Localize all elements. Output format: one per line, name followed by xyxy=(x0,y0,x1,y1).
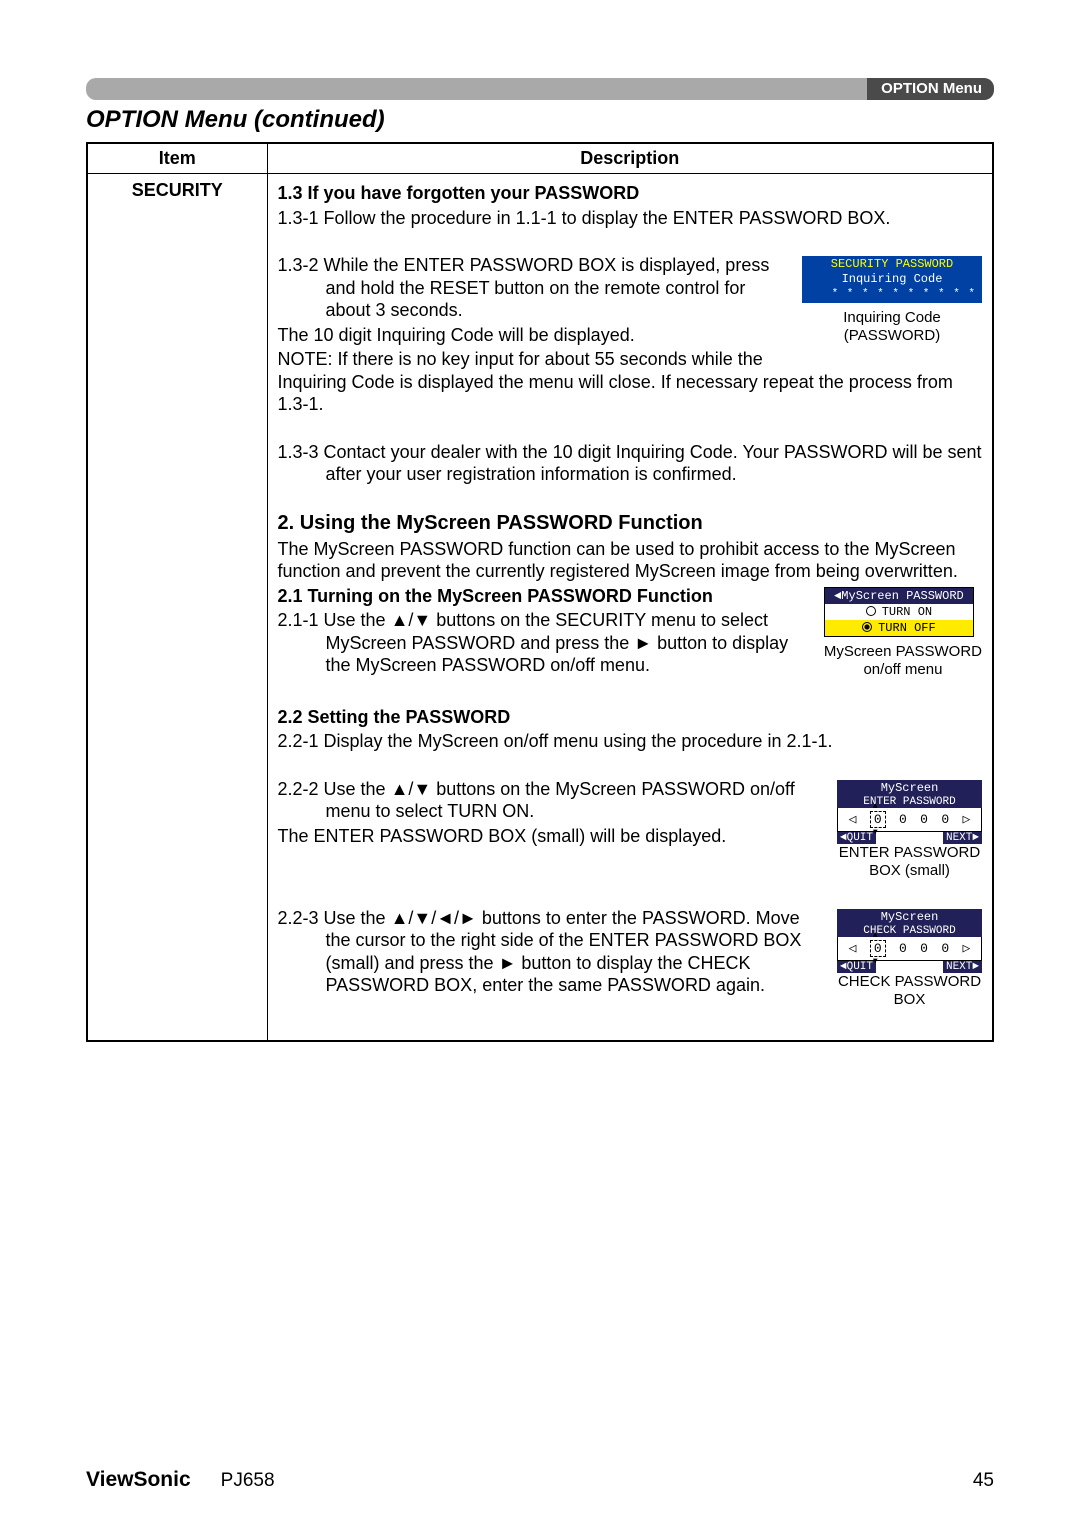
pw-enter-t1: MyScreen xyxy=(837,780,982,796)
pw-check-t1: MyScreen xyxy=(837,909,982,925)
ic-caption2: (PASSWORD) xyxy=(802,327,982,345)
pw-check-d3: 0 xyxy=(941,941,949,956)
check-password-figure: MyScreen CHECK PASSWORD ◁ 0 0 0 0 ▷ ◄QUI… xyxy=(837,909,982,1009)
ms-caption1: MyScreen PASSWORD xyxy=(824,643,982,661)
manual-table: Item Description SECURITY 1.3 If you hav… xyxy=(86,142,994,1042)
ic-caption1: Inquiring Code xyxy=(802,309,982,327)
pw-check-d1: 0 xyxy=(899,941,907,956)
section-title: OPTION Menu (continued) xyxy=(86,106,994,134)
ms-title: ◄MyScreen PASSWORD xyxy=(825,588,973,604)
heading-2: 2. Using the MyScreen PASSWORD Function xyxy=(278,511,983,536)
pw-enter-d3: 0 xyxy=(941,812,949,827)
pw-check-quit: ◄QUIT xyxy=(837,961,876,973)
pw-check-t2: CHECK PASSWORD xyxy=(837,925,982,937)
item-security: SECURITY xyxy=(87,174,267,1041)
body-2: The MyScreen PASSWORD function can be us… xyxy=(278,538,983,583)
pw-check-next: NEXT► xyxy=(943,961,982,973)
inquiring-code-figure: SECURITY PASSWORD Inquiring Code * * * *… xyxy=(802,256,982,345)
ic-stars: * * * * * * * * * * xyxy=(802,288,982,303)
pw-enter-next: NEXT► xyxy=(943,832,982,844)
heading-2-2: 2.2 Setting the PASSWORD xyxy=(278,706,983,729)
step-2-2-1: 2.2-1 Display the MyScreen on/off menu u… xyxy=(278,730,983,753)
header-tab: OPTION Menu xyxy=(867,78,994,100)
ic-title: SECURITY PASSWORD xyxy=(802,256,982,272)
ms-opt-off-label: TURN OFF xyxy=(878,621,936,635)
ms-opt-on-label: TURN ON xyxy=(882,605,932,619)
pw-enter-cap2: BOX (small) xyxy=(837,862,982,880)
footer-model: PJ658 xyxy=(221,1470,275,1492)
pw-enter-d1: 0 xyxy=(899,812,907,827)
heading-1-3: 1.3 If you have forgotten your PASSWORD xyxy=(278,182,983,205)
pw-check-d0: 0 xyxy=(870,940,886,957)
pw-enter-d0: 0 xyxy=(870,811,886,828)
step-1-3-3: 1.3-3 Contact your dealer with the 10 di… xyxy=(278,441,983,486)
ms-opt-on: TURN ON xyxy=(825,604,973,620)
pw-enter-t2: ENTER PASSWORD xyxy=(837,796,982,808)
pw-check-cap1: CHECK PASSWORD xyxy=(837,973,982,991)
pw-enter-cap1: ENTER PASSWORD xyxy=(837,844,982,862)
ms-caption2: on/off menu xyxy=(824,661,982,679)
pw-check-cap2: BOX xyxy=(837,991,982,1009)
ms-opt-off: TURN OFF xyxy=(825,620,973,636)
pw-check-digits: ◁ 0 0 0 0 ▷ xyxy=(837,937,982,961)
myscreen-onoff-figure: ◄MyScreen PASSWORD TURN ON TURN OFF MySc… xyxy=(824,587,982,679)
step-1-3-2c: NOTE: If there is no key input for about… xyxy=(278,348,983,416)
footer: ViewSonic PJ658 45 xyxy=(86,1468,994,1492)
pw-enter-d2: 0 xyxy=(920,812,928,827)
col-item: Item xyxy=(87,143,267,174)
enter-password-figure: MyScreen ENTER PASSWORD ◁ 0 0 0 0 ▷ ◄QUI… xyxy=(837,780,982,880)
footer-page-number: 45 xyxy=(973,1470,994,1492)
ic-sub: Inquiring Code xyxy=(802,272,982,288)
pw-check-d2: 0 xyxy=(920,941,928,956)
footer-brand: ViewSonic xyxy=(86,1468,191,1492)
step-1-3-1: 1.3-1 Follow the procedure in 1.1-1 to d… xyxy=(278,207,983,230)
header-bar: OPTION Menu xyxy=(86,78,994,100)
col-description: Description xyxy=(267,143,993,174)
pw-enter-quit: ◄QUIT xyxy=(837,832,876,844)
pw-enter-digits: ◁ 0 0 0 0 ▷ xyxy=(837,808,982,832)
